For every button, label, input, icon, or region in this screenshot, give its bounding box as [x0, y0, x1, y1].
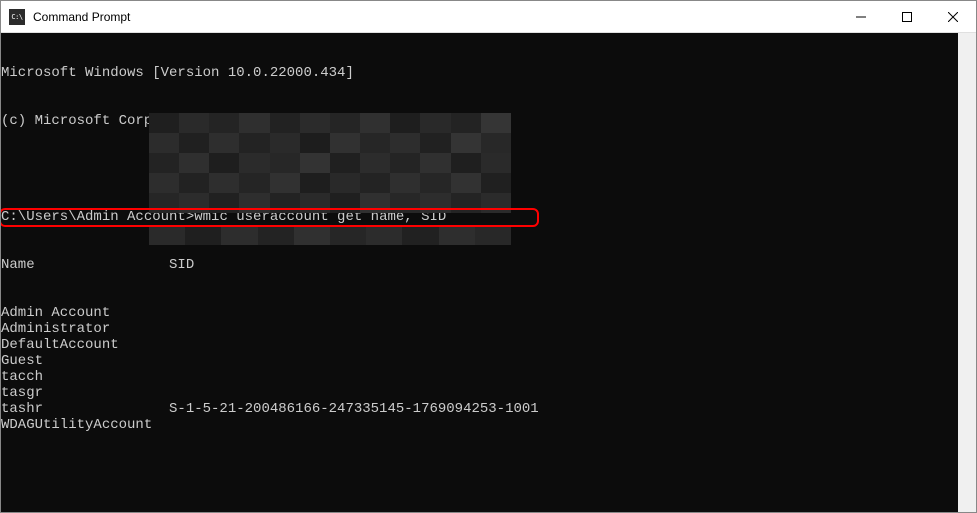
titlebar-left: C:\ Command Prompt — [1, 9, 130, 25]
prompt-line: C:\Users\Admin Account>wmic useraccount … — [1, 209, 958, 225]
account-row: Administrator — [1, 321, 958, 337]
account-row: tasgr — [1, 385, 958, 401]
col-header-name: Name — [1, 257, 35, 273]
cmd-icon: C:\ — [9, 9, 25, 25]
col-header-sid: SID — [169, 257, 194, 273]
banner-line: (c) Microsoft Corporation. All rights re… — [1, 113, 958, 129]
maximize-button[interactable] — [884, 1, 930, 33]
blank-line — [1, 465, 958, 481]
account-row: tashr S-1-5-21-200486166-247335145-17690… — [1, 401, 958, 417]
terminal-area[interactable]: Microsoft Windows [Version 10.0.22000.43… — [1, 33, 976, 512]
banner-line: Microsoft Windows [Version 10.0.22000.43… — [1, 65, 958, 81]
window-title: Command Prompt — [33, 10, 130, 24]
account-row: tacch — [1, 369, 958, 385]
window-controls — [838, 1, 976, 32]
account-row: Guest — [1, 353, 958, 369]
command-text: wmic useraccount get name, SID — [194, 209, 446, 225]
account-row: Admin Account — [1, 305, 958, 321]
command-prompt-window: C:\ Command Prompt Microsoft Windows [Ve… — [0, 0, 977, 513]
prompt-path: C:\Users\Admin Account> — [1, 209, 194, 225]
close-button[interactable] — [930, 1, 976, 33]
blank-line — [1, 161, 958, 177]
account-row: DefaultAccount — [1, 337, 958, 353]
titlebar[interactable]: C:\ Command Prompt — [1, 1, 976, 33]
redacted-overlay — [149, 227, 511, 245]
account-row: WDAGUtilityAccount — [1, 417, 958, 433]
minimize-button[interactable] — [838, 1, 884, 33]
header-row: Name SID — [1, 257, 958, 273]
